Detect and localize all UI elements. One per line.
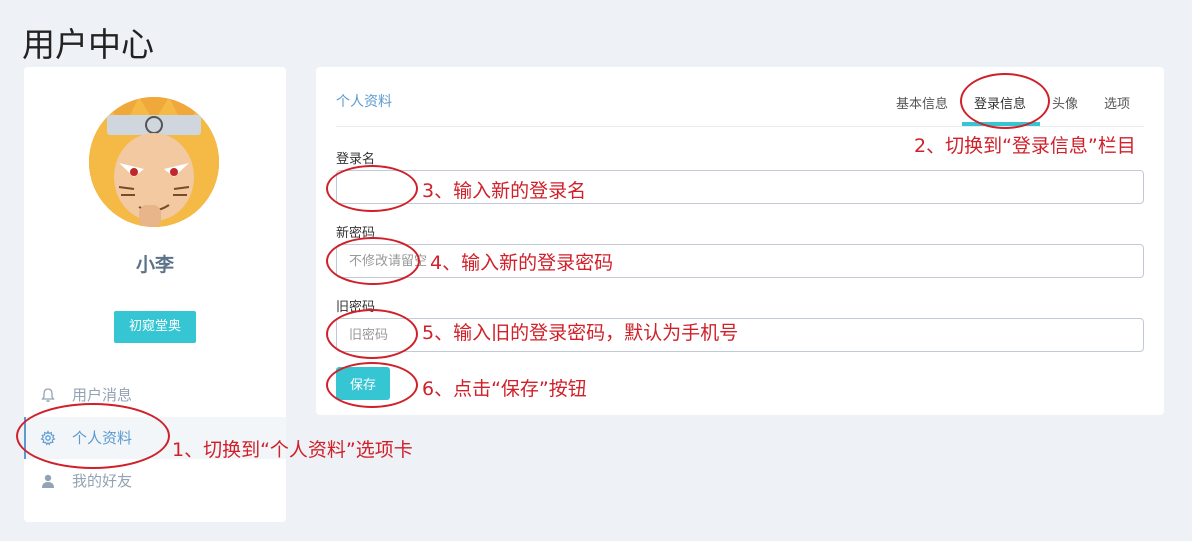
level-badge: 初窥堂奥	[114, 311, 196, 343]
login-name-label: 登录名	[336, 152, 376, 167]
new-password-label: 新密码	[336, 226, 376, 241]
sidebar-item-messages[interactable]: 用户消息	[24, 374, 286, 416]
sidebar-item-label: 我的好友	[72, 472, 133, 490]
annotation-step3: 3、输入新的登录名	[422, 180, 587, 202]
old-password-label: 旧密码	[336, 300, 376, 315]
tab-login-info[interactable]: 登录信息	[974, 93, 1026, 112]
annotation-step2: 2、切换到“登录信息”栏目	[914, 135, 1136, 157]
bell-icon	[41, 388, 55, 402]
annotation-step5: 5、输入旧的登录密码，默认为手机号	[422, 322, 739, 344]
page-title: 用户中心	[22, 25, 154, 64]
sidebar-item-label: 用户消息	[72, 386, 133, 404]
tab-options[interactable]: 选项	[1104, 93, 1130, 112]
header-divider	[336, 126, 1144, 127]
annotation-step4: 4、输入新的登录密码	[430, 252, 614, 274]
avatar	[89, 97, 219, 227]
save-button[interactable]: 保存	[336, 367, 390, 400]
sidebar-item-friends[interactable]: 我的好友	[24, 460, 286, 502]
user-icon	[42, 474, 54, 488]
annotation-step1: 1、切换到“个人资料”选项卡	[172, 439, 413, 461]
profile-form-card: 个人资料 基本信息 登录信息 头像 选项 登录名 新密码 旧密码 保存	[316, 67, 1164, 415]
gear-icon	[40, 430, 56, 446]
username: 小李	[135, 254, 174, 276]
sidebar-item-label: 个人资料	[72, 429, 133, 447]
tab-avatar[interactable]: 头像	[1052, 93, 1078, 112]
avatar-image	[89, 97, 219, 227]
tab-basic-info[interactable]: 基本信息	[896, 93, 948, 112]
card-caption: 个人资料	[336, 94, 392, 110]
annotation-step6: 6、点击“保存”按钮	[422, 378, 587, 400]
